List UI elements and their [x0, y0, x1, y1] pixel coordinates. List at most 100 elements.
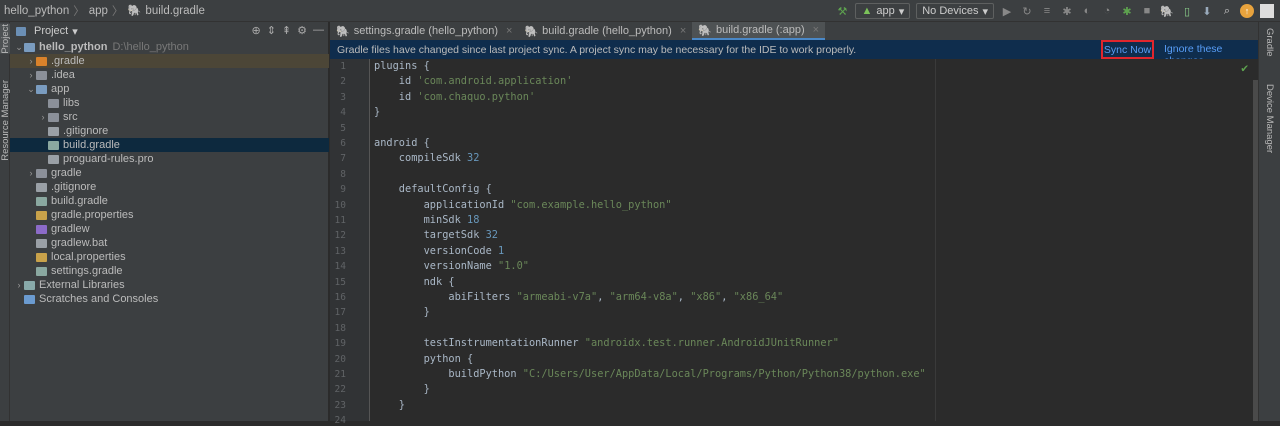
editor-tab[interactable]: 🐘 build.gradle (hello_python) × [518, 22, 692, 40]
tree-item[interactable]: gradlew [10, 222, 329, 236]
tree-item-label: gradlew.bat [51, 237, 108, 249]
scratches-icon [24, 294, 35, 304]
tree-item-label: .gitignore [51, 181, 97, 193]
string-literal: 'com.android.application' [417, 75, 573, 88]
string-literal: 'com.chaquo.python' [417, 90, 536, 103]
libraries-icon [24, 280, 35, 290]
string-literal: "armeabi-v7a" [516, 291, 598, 303]
device-manager-icon[interactable]: ▯ [1180, 4, 1194, 18]
chevron-down-icon: ▾ [982, 5, 988, 18]
apply-code-changes-icon[interactable]: ≡ [1040, 4, 1054, 18]
tree-item[interactable]: ⌄ hello_python D:\hello_python [10, 40, 329, 54]
tree-item[interactable]: .gitignore [10, 124, 329, 138]
tree-item[interactable]: settings.gradle [10, 264, 329, 278]
gradle-icon: 🐘 [524, 25, 539, 38]
search-icon[interactable]: ⌕ [1220, 4, 1234, 18]
left-tool-strip: Project Resource Manager [0, 22, 11, 421]
attach-debugger-icon[interactable]: ✱ [1120, 4, 1134, 18]
project-view-icon [16, 26, 26, 36]
code-token: versionCode [374, 244, 498, 257]
expand-all-icon[interactable]: ⇕ [267, 24, 276, 37]
chevron-right-icon[interactable]: › [14, 280, 24, 290]
code-token: applicationId [374, 198, 511, 211]
line-number: 8 [340, 168, 346, 180]
chevron-right-icon[interactable]: › [26, 168, 36, 178]
hide-icon[interactable]: — [313, 24, 324, 37]
number-literal: 1 [498, 244, 505, 257]
chevron-down-icon[interactable]: ▾ [72, 25, 78, 38]
breadcrumb-module[interactable]: app [89, 5, 108, 17]
script-icon [36, 224, 47, 234]
code-token: targetSdk [374, 229, 486, 242]
tree-item[interactable]: › External Libraries [10, 278, 329, 292]
sdk-manager-icon[interactable]: ⬇ [1200, 4, 1214, 18]
chevron-right-icon[interactable]: › [26, 70, 36, 80]
locate-icon[interactable]: ⊕ [251, 24, 260, 37]
collapse-all-icon[interactable]: ⇞ [282, 24, 291, 37]
tree-item[interactable]: local.properties [10, 250, 329, 264]
code-token: id [374, 90, 418, 103]
hammer-build-icon[interactable]: ⚒ [835, 4, 849, 18]
code-token: , [721, 291, 734, 303]
code-line: versionCode 1 [374, 244, 505, 257]
gradle-tool-tab[interactable]: Gradle [1264, 28, 1275, 57]
code-token: minSdk [374, 214, 467, 226]
tree-item[interactable]: libs [10, 96, 329, 110]
tree-item[interactable]: ⌄ app [10, 82, 329, 96]
tree-item[interactable]: › .gradle [10, 54, 329, 68]
android-icon: ▲ [861, 5, 873, 17]
tree-item-label: gradle.properties [51, 209, 134, 221]
avatar[interactable] [1260, 4, 1274, 18]
chevron-right-icon[interactable]: › [38, 112, 48, 122]
device-manager-tool-tab[interactable]: Device Manager [1264, 84, 1275, 153]
tree-item[interactable]: build.gradle [10, 194, 329, 208]
code-token: defaultConfig { [374, 183, 492, 196]
project-panel-header: Project ▾ ⊕ ⇕ ⇞ ⚙ — [10, 22, 328, 40]
gradle-sync-icon[interactable]: 🐘 [1160, 4, 1174, 18]
device-select[interactable]: No Devices ▾ [916, 3, 994, 19]
orange-folder-icon [36, 56, 47, 66]
close-icon[interactable]: × [506, 25, 512, 37]
breadcrumb-file[interactable]: build.gradle [145, 5, 204, 17]
debug-icon[interactable]: ✱ [1060, 4, 1074, 18]
chevron-down-icon[interactable]: ⌄ [14, 42, 24, 53]
tree-item[interactable]: proguard-rules.pro [10, 152, 329, 166]
tree-item-path: D:\hello_python [112, 41, 189, 53]
gear-icon[interactable]: ⚙ [297, 24, 307, 37]
string-literal: "x86" [690, 291, 722, 303]
update-icon[interactable]: ↑ [1240, 4, 1254, 18]
apply-changes-icon[interactable]: ↻ [1020, 4, 1034, 18]
code-line: defaultConfig { [374, 183, 492, 195]
gradle-icon [36, 196, 47, 206]
code-token: testInstrumentationRunner [374, 337, 585, 350]
chevron-right-icon[interactable]: › [26, 56, 36, 66]
sync-now-link[interactable]: Sync Now [1104, 44, 1151, 56]
project-view-select[interactable]: Project [34, 25, 68, 37]
code-editor[interactable]: 1 2 3 4 5 6 7 8 9 10 11 12 13 14 15 16 17 18 19 20 21 22 23 24 … [330, 59, 1253, 426]
tree-item[interactable]: › src [10, 110, 329, 124]
tree-item[interactable]: Scratches and Consoles [10, 292, 329, 306]
breadcrumb-project[interactable]: hello_python [4, 5, 69, 17]
profile-icon[interactable]: ◔ [1100, 4, 1114, 18]
tab-label: settings.gradle (hello_python) [353, 25, 499, 37]
run-icon[interactable]: ▶ [1000, 4, 1014, 18]
close-icon[interactable]: × [813, 24, 819, 36]
code-line: python { [374, 353, 474, 365]
tree-item[interactable]: .gitignore [10, 180, 329, 194]
line-number: 20 [334, 353, 346, 365]
chevron-down-icon[interactable]: ⌄ [26, 84, 36, 95]
coverage-icon[interactable]: ◐ [1080, 4, 1094, 18]
gradle-icon: 🐘 [698, 24, 712, 37]
close-icon[interactable]: × [680, 25, 686, 37]
run-config-select[interactable]: ▲ app ▾ [855, 3, 911, 19]
line-gutter: 1 2 3 4 5 6 7 8 9 10 11 12 13 14 15 16 17 18 19 20 21 22 23 24 [330, 59, 370, 426]
tree-item[interactable]: › gradle [10, 166, 329, 180]
file-icon [48, 154, 59, 164]
editor-tab[interactable]: 🐘 settings.gradle (hello_python) × [330, 22, 518, 40]
stop-icon[interactable]: ■ [1140, 4, 1154, 18]
tree-item[interactable]: › .idea [10, 68, 329, 82]
tree-item[interactable]: gradlew.bat [10, 236, 329, 250]
editor-tab[interactable]: 🐘 build.gradle (:app) × [692, 22, 826, 40]
tree-item[interactable]: build.gradle [10, 138, 329, 152]
tree-item[interactable]: gradle.properties [10, 208, 329, 222]
